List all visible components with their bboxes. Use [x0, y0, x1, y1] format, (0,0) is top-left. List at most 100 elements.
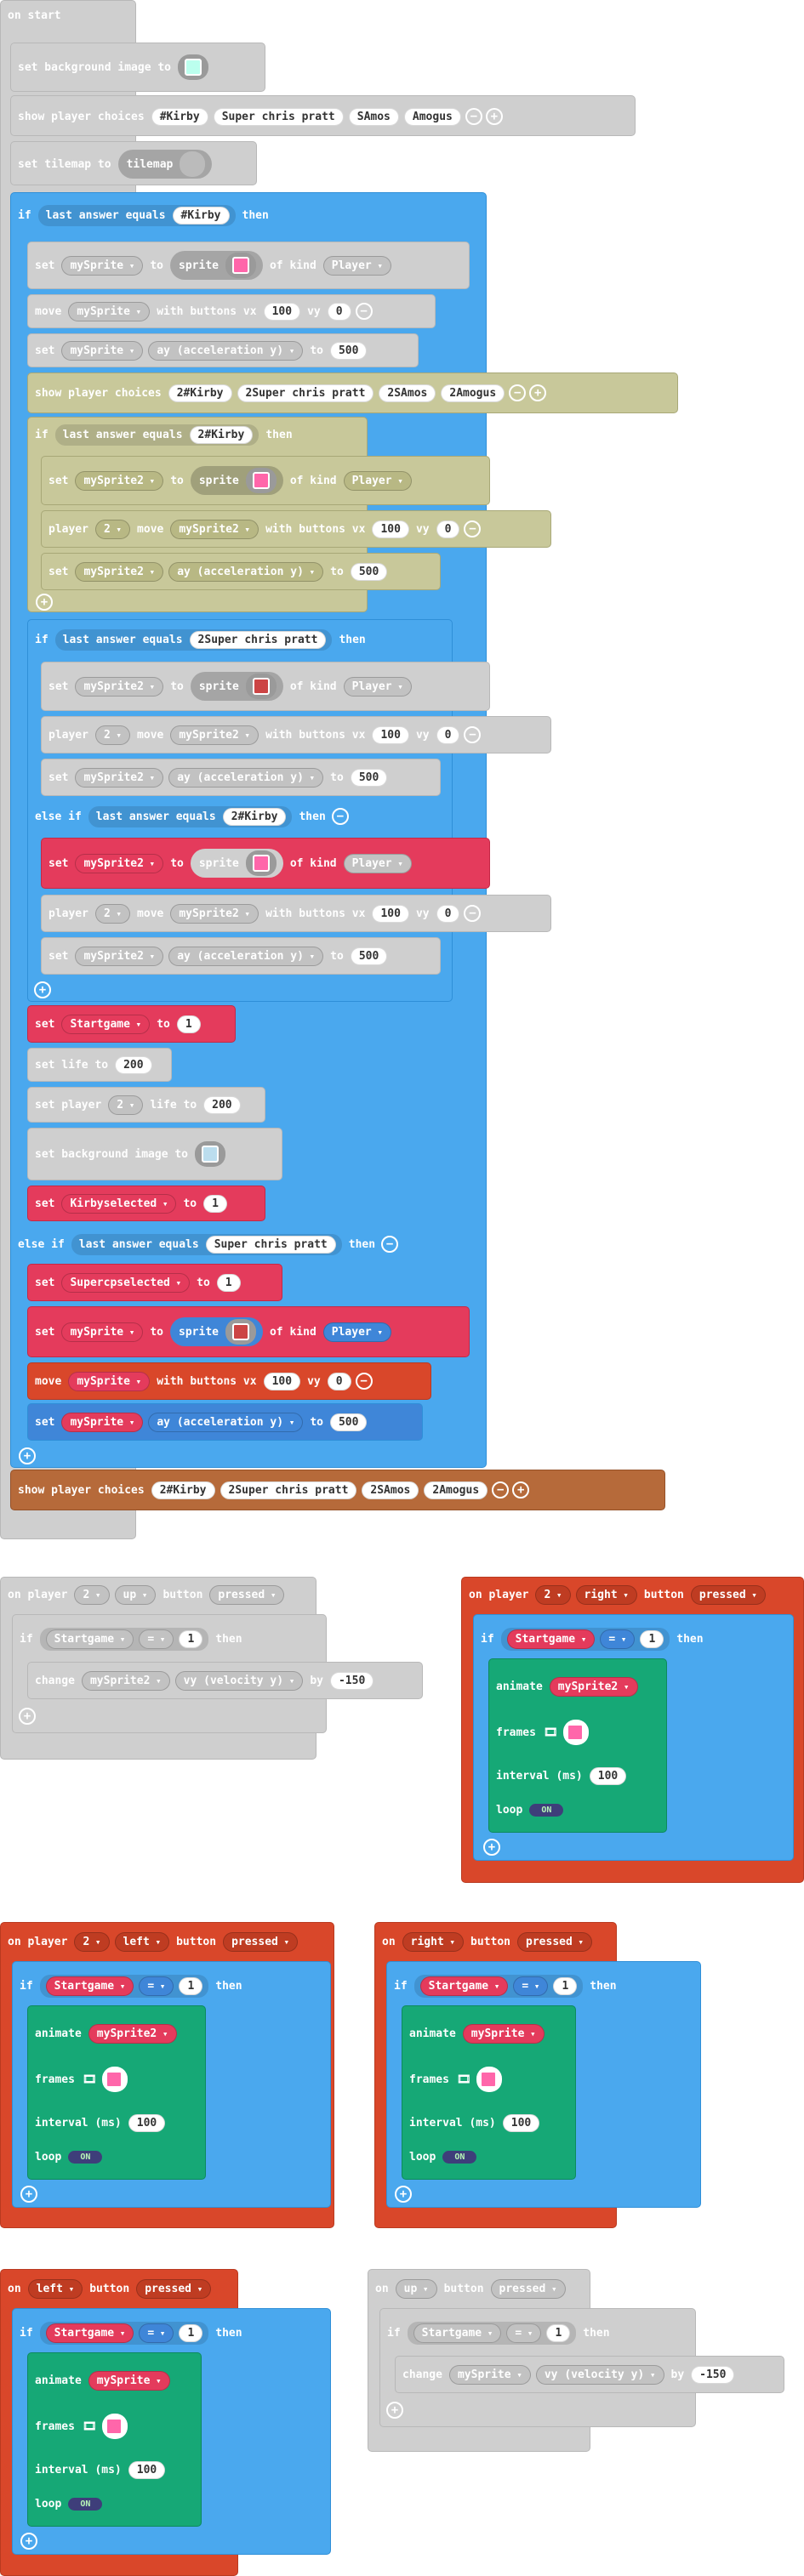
event-dropdown[interactable]: pressed	[517, 1931, 593, 1952]
var-dropdown[interactable]: mySprite2	[75, 470, 164, 491]
value-input[interactable]: -150	[691, 2365, 735, 2384]
kind-dropdown[interactable]: Player	[322, 1322, 391, 1342]
value-input[interactable]: -150	[329, 1671, 374, 1690]
var-dropdown[interactable]: mySprite2	[170, 519, 259, 539]
property-dropdown[interactable]: ay (acceleration y)	[168, 946, 324, 966]
button-dropdown[interactable]: left	[27, 2278, 83, 2299]
condition[interactable]: last answer equals 2#Kirby	[88, 805, 293, 827]
choice-2-1[interactable]: 2#Kirby	[168, 384, 232, 402]
remove-icon[interactable]: −	[355, 303, 373, 320]
var-dropdown[interactable]: mySprite	[88, 2370, 170, 2391]
var-dropdown[interactable]: Startgame	[45, 2323, 134, 2343]
var-dropdown[interactable]: mySprite2	[81, 1670, 170, 1691]
vy-input[interactable]: 0	[436, 725, 460, 744]
kirby-frame-icon[interactable]	[476, 2067, 503, 2092]
var-dropdown[interactable]: mySprite	[462, 2023, 545, 2044]
life-input[interactable]: 200	[203, 1095, 241, 1114]
value-input[interactable]: 1	[179, 2323, 203, 2342]
kirby-sprite-icon[interactable]	[225, 253, 256, 278]
condition[interactable]: last answer equals Super chris pratt	[71, 1233, 342, 1255]
event-dropdown[interactable]: pressed	[490, 2278, 566, 2299]
kirby2-value[interactable]: 2#Kirby	[189, 425, 254, 444]
loop-toggle[interactable]: ON	[529, 1803, 564, 1817]
kind-dropdown[interactable]: Player	[343, 676, 412, 697]
remove-icon[interactable]: −	[381, 1236, 399, 1253]
condition[interactable]: Startgame=1	[500, 1627, 670, 1651]
event-dropdown[interactable]: pressed	[690, 1584, 766, 1605]
var-dropdown[interactable]: mySprite2	[75, 946, 164, 966]
var-dropdown[interactable]: mySprite	[68, 301, 151, 321]
kirby-frame-icon[interactable]	[563, 1720, 590, 1745]
player-num-dropdown[interactable]: 2	[94, 903, 131, 924]
remove-icon[interactable]: −	[509, 384, 527, 401]
var-dropdown[interactable]: mySprite2	[75, 767, 164, 788]
var-dropdown[interactable]: mySprite	[61, 255, 144, 276]
var-dropdown[interactable]: Startgame	[419, 1976, 509, 1996]
condition[interactable]: last answer equals 2Super chris pratt	[54, 628, 333, 651]
value-input[interactable]: 1	[216, 1273, 241, 1292]
property-dropdown[interactable]: ay (acceleration y)	[168, 767, 324, 788]
value-input[interactable]: 1	[179, 1629, 203, 1648]
chris-sprite-icon[interactable]	[245, 674, 277, 699]
vx-input[interactable]: 100	[372, 904, 409, 923]
interval-dropdown[interactable]: 100	[128, 2460, 166, 2479]
button-dropdown[interactable]: left	[114, 1931, 170, 1952]
remove-icon[interactable]: −	[355, 1373, 373, 1390]
kirby-value[interactable]: #Kirby	[172, 206, 230, 225]
condition[interactable]: Startgame= 1	[39, 1627, 209, 1651]
button-dropdown[interactable]: up	[395, 2278, 437, 2299]
kind-dropdown[interactable]: Player	[343, 470, 412, 491]
add-icon[interactable]: +	[19, 1447, 36, 1464]
var-dropdown[interactable]: Startgame	[45, 1629, 134, 1649]
condition[interactable]: Startgame=1	[39, 2321, 209, 2345]
var-dropdown[interactable]: Kirbyselected	[61, 1193, 177, 1214]
value-input[interactable]: 1	[203, 1194, 227, 1213]
value-input[interactable]: 1	[176, 1015, 201, 1033]
var-dropdown[interactable]: mySprite	[61, 1322, 144, 1342]
button-dropdown[interactable]: up	[114, 1584, 157, 1605]
var-dropdown[interactable]: mySprite2	[170, 725, 259, 745]
remove-icon[interactable]: −	[465, 108, 482, 125]
vy-input[interactable]: 0	[327, 302, 351, 321]
interval-dropdown[interactable]: 100	[128, 2113, 166, 2132]
player-num-dropdown[interactable]: 2	[94, 725, 131, 745]
var-dropdown[interactable]: Supercpselected	[61, 1272, 191, 1293]
property-dropdown[interactable]: vy (velocity y)	[535, 2364, 664, 2385]
choice-3[interactable]: SAmos	[348, 107, 399, 126]
var-dropdown[interactable]: mySprite2	[549, 1676, 638, 1697]
value-input[interactable]: 1	[179, 1976, 203, 1995]
event-dropdown[interactable]: pressed	[209, 1584, 285, 1605]
loop-toggle[interactable]: ON	[442, 2150, 477, 2164]
choice-3-3[interactable]: 2SAmos	[362, 1481, 419, 1499]
interval-dropdown[interactable]: 100	[502, 2113, 540, 2132]
var-dropdown[interactable]: mySprite2	[75, 561, 164, 582]
choice-2-2[interactable]: 2Super chris pratt	[237, 384, 374, 402]
player-num-dropdown[interactable]: 2	[74, 1931, 110, 1952]
condition[interactable]: Startgame=1	[407, 2321, 577, 2345]
choice-3-1[interactable]: 2#Kirby	[151, 1481, 215, 1499]
choice-1[interactable]: #Kirby	[151, 107, 208, 126]
add-icon[interactable]: +	[34, 981, 51, 998]
add-icon[interactable]: +	[512, 1481, 530, 1498]
condition[interactable]: Startgame=1	[413, 1974, 584, 1998]
vy-input[interactable]: 0	[436, 520, 460, 538]
player-num-dropdown[interactable]: 2	[108, 1095, 144, 1115]
button-dropdown[interactable]: right	[575, 1584, 637, 1605]
vx-input[interactable]: 100	[263, 302, 301, 321]
vx-input[interactable]: 100	[372, 520, 409, 538]
condition[interactable]: Startgame=1	[39, 1974, 209, 1998]
var-dropdown[interactable]: mySprite2	[88, 2023, 177, 2044]
schris2-value[interactable]: 2Super chris pratt	[189, 630, 327, 649]
kirby-frame-icon[interactable]	[102, 2067, 128, 2092]
bg-image-icon[interactable]	[178, 54, 209, 80]
add-icon[interactable]: +	[395, 2186, 412, 2203]
property-dropdown[interactable]: ay (acceleration y)	[168, 561, 324, 582]
kind-dropdown[interactable]: Player	[343, 853, 412, 873]
kirby-sprite-icon[interactable]	[245, 850, 277, 876]
add-icon[interactable]: +	[529, 384, 547, 401]
op-dropdown[interactable]: =	[139, 1629, 174, 1649]
remove-icon[interactable]: −	[464, 726, 482, 743]
kirby-sprite-icon[interactable]	[245, 468, 277, 493]
event-dropdown[interactable]: pressed	[223, 1931, 299, 1952]
add-icon[interactable]: +	[20, 2186, 37, 2203]
